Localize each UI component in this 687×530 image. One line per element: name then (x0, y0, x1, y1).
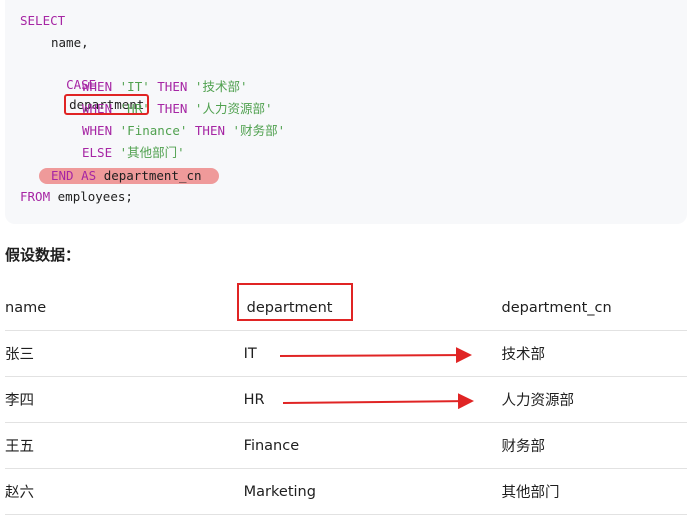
arrow-right-icon (279, 347, 472, 364)
mapping-arrows (279, 347, 474, 410)
arrow-right-icon (282, 393, 474, 410)
